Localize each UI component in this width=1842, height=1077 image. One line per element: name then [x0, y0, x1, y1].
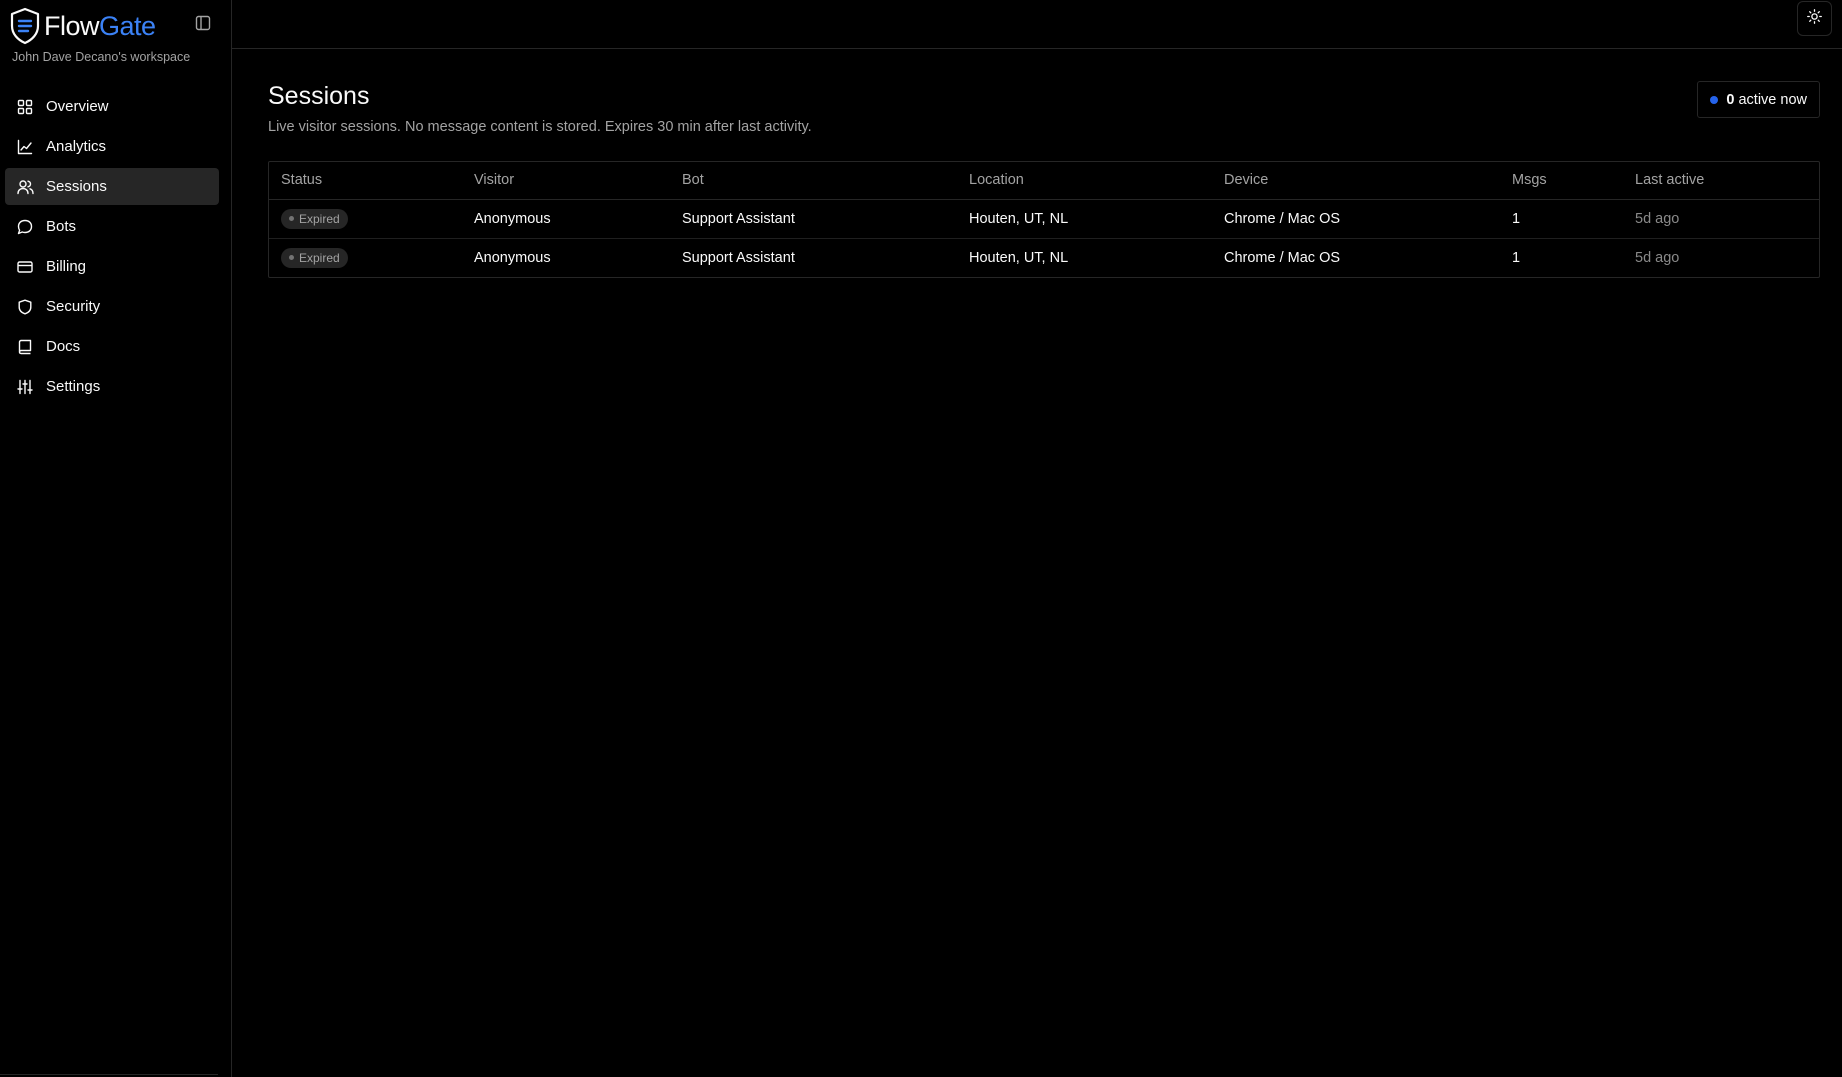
book-icon — [16, 338, 34, 356]
status-dot-icon — [289, 255, 294, 261]
column-header-msgs[interactable]: Msgs — [1500, 162, 1623, 200]
cell-last-active: 5d ago — [1635, 210, 1680, 227]
table-row[interactable]: Expired Anonymous Support Assistant Hout… — [269, 199, 1819, 238]
active-label: active now — [1738, 91, 1807, 108]
status-label: Expired — [299, 211, 340, 226]
page-title: Sessions — [268, 82, 370, 110]
sidebar-item-security[interactable]: Security — [5, 288, 219, 325]
workspace-name: John Dave Decano's workspace — [12, 50, 191, 64]
sidebar-toggle-button[interactable] — [192, 14, 214, 36]
sidebar-item-label: Analytics — [46, 138, 107, 155]
live-dot-icon — [1710, 95, 1719, 104]
cell-last-active: 5d ago — [1623, 237, 1819, 277]
brand-logo[interactable]: FlowGate — [8, 6, 156, 46]
column-header-location[interactable]: Location — [957, 162, 1212, 200]
status-label: Expired — [299, 250, 340, 265]
sidebar-item-label: Overview — [46, 98, 109, 115]
users-icon — [16, 178, 34, 196]
page-description: Live visitor sessions. No message conten… — [268, 119, 812, 135]
cell-location: Houten, UT, NL — [969, 210, 1069, 227]
cell-bot: Support Assistant — [670, 237, 957, 277]
shield-icon — [16, 298, 34, 316]
sidebar-item-analytics[interactable]: Analytics — [5, 128, 219, 165]
sidebar-item-label: Sessions — [46, 178, 107, 195]
sidebar-item-label: Docs — [46, 338, 81, 355]
sidebar-item-overview[interactable]: Overview — [5, 88, 219, 125]
table-row[interactable]: Expired Anonymous Support Assistant Hout… — [269, 237, 1819, 277]
top-bar — [232, 0, 1842, 49]
cell-status: Expired — [269, 237, 462, 277]
cell-msgs: 1 — [1512, 210, 1521, 227]
sidebar-item-label: Security — [46, 298, 101, 315]
sidebar: FlowGate John Dave Decano's workspace Ov… — [0, 0, 232, 1077]
sidebar-nav: Overview Analytics Sessions Bots Billing… — [5, 88, 219, 408]
sidebar-item-label: Bots — [46, 218, 77, 235]
sun-icon — [1807, 8, 1822, 29]
cell-visitor: Anonymous — [474, 210, 551, 227]
sidebar-item-settings[interactable]: Settings — [5, 368, 219, 405]
cell-device: Chrome / Mac OS — [1224, 210, 1341, 227]
sliders-icon — [16, 378, 34, 396]
status-badge: Expired — [281, 208, 348, 229]
sidebar-item-billing[interactable]: Billing — [5, 248, 219, 285]
cell-device: Chrome / Mac OS — [1212, 237, 1500, 277]
sidebar-item-sessions[interactable]: Sessions — [5, 168, 219, 205]
sidebar-item-docs[interactable]: Docs — [5, 328, 219, 365]
brand-name: FlowGate — [44, 10, 156, 41]
column-header-bot[interactable]: Bot — [670, 162, 957, 200]
grid-icon — [16, 98, 34, 116]
credit-card-icon — [16, 258, 34, 276]
cell-bot: Support Assistant — [682, 210, 795, 227]
column-header-last-active[interactable]: Last active — [1623, 162, 1819, 200]
status-badge: Expired — [281, 247, 348, 268]
active-sessions-badge: 0 active now — [1697, 81, 1820, 118]
table-header-row: Status Visitor Bot Location Device Msgs … — [269, 162, 1819, 200]
flowgate-logo-icon — [8, 7, 42, 45]
cell-visitor: Anonymous — [462, 237, 670, 277]
brand-name-gate: Gate — [99, 10, 156, 41]
column-header-device[interactable]: Device — [1212, 162, 1500, 200]
panel-left-icon — [195, 15, 211, 36]
sidebar-item-label: Settings — [46, 378, 101, 395]
cell-location: Houten, UT, NL — [957, 237, 1212, 277]
sidebar-item-bots[interactable]: Bots — [5, 208, 219, 245]
message-square-icon — [16, 218, 34, 236]
brand-name-flow: Flow — [44, 10, 100, 41]
line-chart-icon — [16, 138, 34, 156]
status-dot-icon — [289, 216, 294, 221]
sidebar-item-label: Billing — [46, 258, 87, 275]
column-header-visitor[interactable]: Visitor — [462, 162, 670, 200]
sidebar-footer-divider — [0, 1074, 218, 1075]
cell-msgs: 1 — [1500, 237, 1623, 277]
active-count: 0 — [1726, 91, 1735, 108]
sessions-table: Status Visitor Bot Location Device Msgs … — [268, 161, 1820, 278]
theme-toggle-button[interactable] — [1797, 1, 1832, 36]
cell-status: Expired — [269, 199, 462, 238]
column-header-status[interactable]: Status — [269, 162, 462, 200]
